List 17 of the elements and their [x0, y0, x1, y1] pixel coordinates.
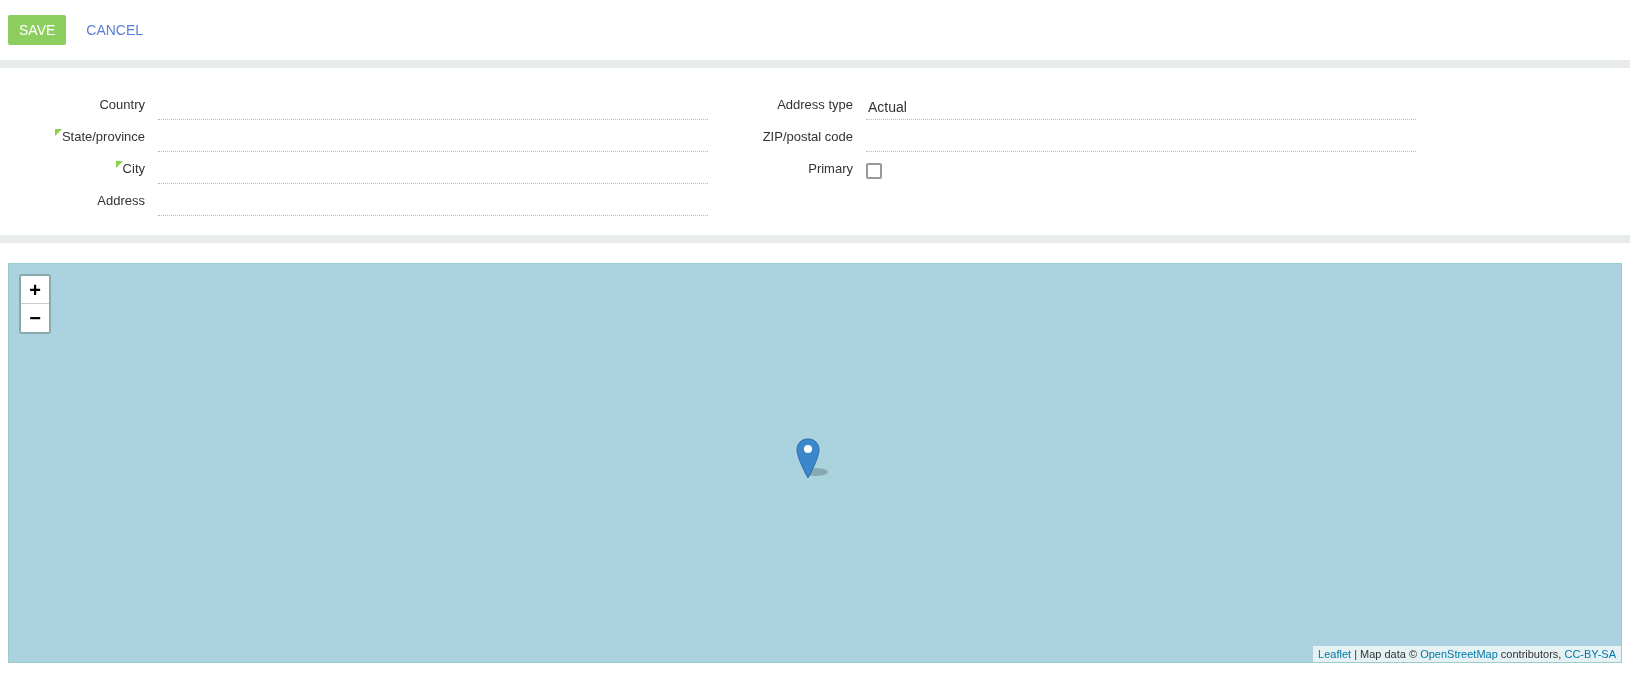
field-label: State/province	[61, 127, 145, 146]
field-label: City	[122, 159, 145, 178]
input-field[interactable]: Actual	[866, 94, 1416, 120]
map-attribution: Leaflet | Map data © OpenStreetMap contributors, CC-BY-SA	[1313, 645, 1621, 662]
primary-checkbox[interactable]	[866, 163, 882, 179]
attribution-link[interactable]: OpenStreetMap	[1420, 647, 1498, 660]
attribution-link[interactable]: Leaflet	[1318, 647, 1352, 660]
field-label: Country	[99, 95, 145, 114]
field-label: ZIP/postal code	[762, 127, 853, 146]
zoom-out-button[interactable]: −	[21, 304, 49, 332]
field-label: Address type	[777, 95, 853, 114]
field-label: Primary	[808, 159, 853, 178]
attribution-link[interactable]: CC-BY-SA	[1564, 647, 1616, 660]
zoom-in-button[interactable]: +	[21, 276, 49, 304]
map[interactable]: + − Leaflet | Map data © OpenStreetMap contributors, CC-BY-SA	[8, 263, 1622, 663]
field-label: Address	[97, 191, 145, 210]
cancel-button[interactable]: CANCEL	[86, 19, 144, 41]
